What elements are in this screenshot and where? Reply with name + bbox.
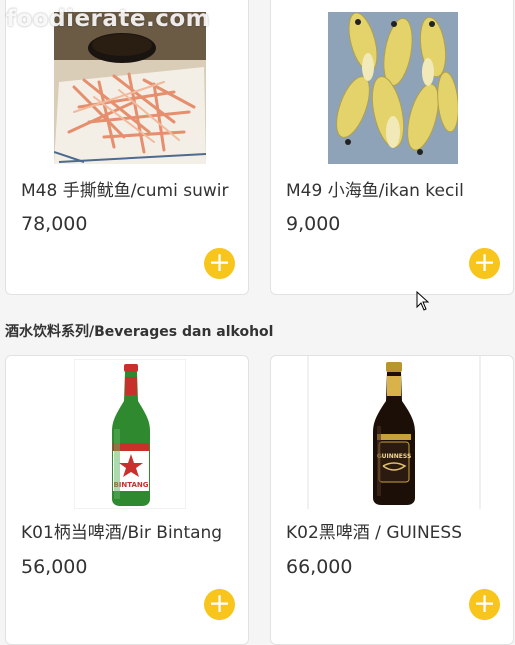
product-name: M48 手撕鱿鱼/cumi suwir [21,181,229,201]
add-to-cart-button[interactable]: + [469,589,500,620]
small-fish-image [328,12,458,164]
product-price: 66,000 [286,556,353,578]
add-to-cart-button[interactable]: + [204,589,235,620]
bintang-beer-image: BINTANG [74,359,186,509]
product-card-m48[interactable]: M48 手撕鱿鱼/cumi suwir 78,000 + [5,0,249,295]
mouse-pointer-icon [416,291,430,311]
watermark-logo: foodierate.com [6,6,211,32]
product-name: M49 小海鱼/ikan kecil [286,181,464,201]
dried-squid-image [54,12,206,164]
product-price: 9,000 [286,213,341,235]
product-card-m49[interactable]: M49 小海鱼/ikan kecil 9,000 + [270,0,514,295]
product-name: K01柄当啤酒/Bir Bintang [21,523,223,543]
product-price: 78,000 [21,213,88,235]
product-card-k01[interactable]: BINTANG K01柄当啤酒/Bir Bintang 56,000 + [5,355,249,645]
product-price: 56,000 [21,556,88,578]
guinness-beer-image: GUINNESS [307,356,481,509]
add-to-cart-button[interactable]: + [204,248,235,279]
product-name: K02黑啤酒 / GUINESS [286,523,462,543]
product-card-k02[interactable]: GUINNESS K02黑啤酒 / GUINESS 66,000 + [270,355,514,645]
add-to-cart-button[interactable]: + [469,248,500,279]
section-title: 酒水饮料系列/Beverages dan alkohol [5,324,274,340]
svg-text:GUINNESS: GUINNESS [377,453,412,460]
